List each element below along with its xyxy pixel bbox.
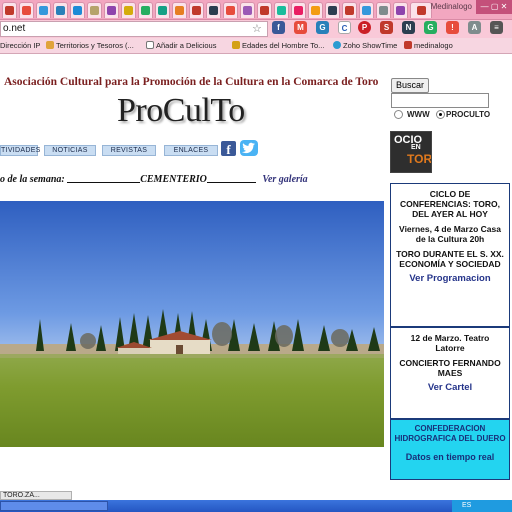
status-bar: TORO.ZA... (0, 491, 72, 500)
radio-proculto-label: PROCULTO (446, 110, 491, 119)
browser-tab[interactable] (342, 2, 357, 18)
browser-tab[interactable] (240, 2, 255, 18)
bookmark-star-icon[interactable]: ☆ (252, 22, 262, 35)
event-box-concierto: 12 de Marzo. Teatro Latorre CONCIERTO FE… (390, 327, 510, 419)
browser-tab[interactable] (257, 2, 272, 18)
extension-icon[interactable]: C (338, 21, 351, 34)
browser-tab[interactable] (70, 2, 85, 18)
bookmark-item[interactable]: medinalogo (404, 41, 453, 50)
event-topic: CONCIERTO FERNANDO MAES (399, 358, 501, 378)
bookmark-item[interactable]: Territorios y Tesoros (... (46, 41, 134, 50)
event-title: CICLO DE CONFERENCIAS: TORO, DEL AYER AL… (400, 189, 500, 219)
system-tray (452, 500, 512, 512)
nav-actividades[interactable]: TIVIDADES (0, 145, 40, 156)
twitter-icon[interactable] (240, 140, 258, 156)
site-logo[interactable]: ProCulTo (117, 92, 245, 130)
event-when: Viernes, 4 de Marzo Casa de la Cultura 2… (399, 224, 501, 244)
bookmark-item[interactable]: Edades del Hombre To... (232, 41, 324, 50)
web-page: Asociación Cultural para la Promoción de… (0, 54, 512, 491)
photo-name: CEMENTERIO (140, 174, 207, 185)
extension-icon[interactable]: M (294, 21, 307, 34)
nav-revistas[interactable]: REVISTAS (102, 145, 156, 156)
bookmark-item[interactable]: Dirección IP (0, 41, 40, 50)
browser-tab[interactable] (36, 2, 51, 18)
extension-icon[interactable]: f (272, 21, 285, 34)
ocio-en-toro-banner[interactable]: OCIO EN TORO (390, 131, 432, 173)
browser-tab[interactable] (189, 2, 204, 18)
browser-tab[interactable] (172, 2, 187, 18)
browser-tab[interactable] (19, 2, 34, 18)
org-title: Asociación Cultural para la Promoción de… (4, 76, 379, 88)
browser-tab[interactable] (325, 2, 340, 18)
wrench-icon[interactable]: ≡ (490, 21, 503, 34)
browser-tab[interactable] (223, 2, 238, 18)
browser-tab[interactable] (376, 2, 391, 18)
extension-icon[interactable]: ! (446, 21, 459, 34)
browser-tab-strip: Medinalogo — ▢ ✕ (0, 0, 512, 20)
event-topic: TORO DURANTE EL S. XX. ECONOMÍA Y SOCIED… (396, 249, 504, 269)
browser-tab[interactable] (291, 2, 306, 18)
window-controls[interactable]: — ▢ ✕ (476, 0, 512, 14)
screen: Medinalogo — ▢ ✕ o.net ☆ f M G C P S N G… (0, 0, 512, 512)
browser-tab[interactable] (87, 2, 102, 18)
search-button[interactable]: Buscar (391, 78, 429, 93)
browser-tab[interactable] (121, 2, 136, 18)
ver-programacion-link[interactable]: Ver Programacion (395, 274, 505, 284)
extension-icon[interactable]: S (380, 21, 393, 34)
ver-cartel-link[interactable]: Ver Cartel (395, 383, 505, 393)
photo-of-week-label: o de la semana: (0, 174, 65, 185)
browser-tab[interactable] (393, 2, 408, 18)
bookmark-item[interactable]: Añadir a Delicious (146, 41, 216, 50)
nav-noticias[interactable]: NOTICIAS (44, 145, 96, 156)
browser-tab[interactable] (155, 2, 170, 18)
datos-tiempo-real-link[interactable]: Datos en tiempo real (394, 452, 506, 462)
event-box-conferencias: CICLO DE CONFERENCIAS: TORO, DEL AYER AL… (390, 183, 510, 327)
taskbar-window-button[interactable] (0, 501, 108, 511)
browser-tab[interactable] (206, 2, 221, 18)
language-indicator[interactable]: ES (462, 500, 471, 512)
extension-icon[interactable]: G (424, 21, 437, 34)
browser-tab[interactable] (308, 2, 323, 18)
search-input[interactable] (391, 93, 489, 108)
gallery-link[interactable]: Ver galería (262, 174, 307, 185)
browser-tab-active[interactable] (410, 2, 432, 18)
bookmarks-bar: Dirección IP Territorios y Tesoros (... … (0, 38, 512, 54)
radio-www-label: WWW (407, 110, 430, 119)
browser-tab[interactable] (359, 2, 374, 18)
windows-taskbar (0, 500, 512, 512)
confederacion-box[interactable]: CONFEDERACION HIDROGRAFICA DEL DUERO Dat… (390, 419, 510, 480)
radio-www[interactable] (394, 110, 403, 119)
facebook-icon[interactable]: f (221, 141, 236, 157)
nav-enlaces[interactable]: ENLACES (164, 145, 218, 156)
radio-proculto[interactable] (436, 110, 445, 119)
window-title: Medinalogo (430, 2, 472, 11)
address-bar[interactable]: o.net (0, 21, 268, 37)
confederacion-title: CONFEDERACION HIDROGRAFICA DEL DUERO (394, 424, 506, 443)
browser-tab[interactable] (104, 2, 119, 18)
extension-icon[interactable]: G (316, 21, 329, 34)
photo-of-week: o de la semana: CEMENTERIO Ver galería (0, 174, 308, 185)
browser-tab[interactable] (138, 2, 153, 18)
featured-photo[interactable] (0, 201, 384, 447)
extension-icon[interactable]: A (468, 21, 481, 34)
browser-tab[interactable] (274, 2, 289, 18)
event-title: 12 de Marzo. Teatro Latorre (410, 333, 490, 353)
bookmark-item[interactable]: Zoho ShowTime (333, 41, 397, 50)
pinterest-icon[interactable]: P (358, 21, 371, 34)
browser-tab[interactable] (53, 2, 68, 18)
browser-tab[interactable] (2, 2, 17, 18)
extension-icon[interactable]: N (402, 21, 415, 34)
